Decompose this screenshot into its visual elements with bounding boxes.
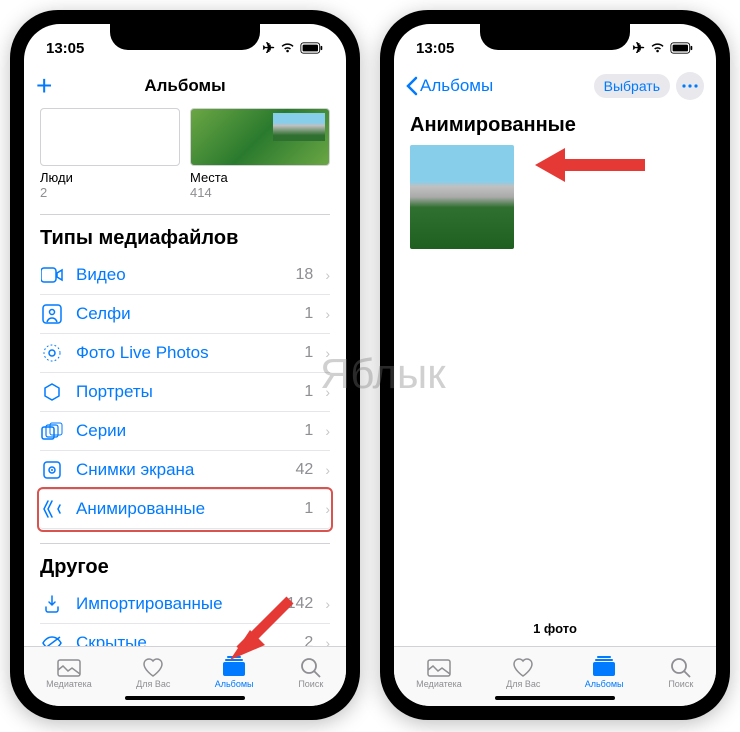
airplane-icon: ✈ <box>262 39 275 57</box>
red-arrow-annotation <box>220 590 300 670</box>
chevron-icon: › <box>325 423 330 439</box>
status-time: 13:05 <box>46 40 84 57</box>
row-count: 1 <box>304 305 313 323</box>
chevron-left-icon <box>406 76 418 96</box>
album-name: Люди <box>40 170 180 185</box>
select-button[interactable]: Выбрать <box>594 74 670 98</box>
row-label: Серии <box>76 421 292 441</box>
tab-foryou[interactable]: Для Вас <box>506 656 540 689</box>
video-icon <box>40 267 64 283</box>
screenshot-icon <box>40 460 64 480</box>
chevron-icon: › <box>325 267 330 283</box>
more-icon <box>682 84 698 88</box>
row-count: 1 <box>304 344 313 362</box>
back-button[interactable]: Альбомы <box>406 76 493 96</box>
more-button[interactable] <box>676 72 704 100</box>
nav-bar: + Альбомы <box>24 64 346 108</box>
photo-count: 1 фото <box>394 611 716 646</box>
row-livephotos[interactable]: Фото Live Photos 1 › <box>40 334 330 373</box>
chevron-icon: › <box>325 635 330 646</box>
chevron-icon: › <box>325 462 330 478</box>
nav-title: Альбомы <box>24 76 346 96</box>
tab-search[interactable]: Поиск <box>298 656 324 689</box>
row-portraits[interactable]: Портреты 1 › <box>40 373 330 412</box>
animated-icon <box>40 499 64 519</box>
tab-label: Для Вас <box>136 679 170 689</box>
row-count: 2 <box>304 634 313 646</box>
row-video[interactable]: Видео 18 › <box>40 256 330 295</box>
tab-label: Для Вас <box>506 679 540 689</box>
airplane-icon: ✈ <box>632 39 645 57</box>
battery-icon <box>300 42 324 54</box>
chevron-icon: › <box>325 501 330 517</box>
row-animated[interactable]: Анимированные 1 › <box>40 490 330 529</box>
album-name: Места <box>190 170 330 185</box>
imported-icon <box>40 594 64 614</box>
tab-foryou[interactable]: Для Вас <box>136 656 170 689</box>
row-label: Снимки экрана <box>76 460 284 480</box>
tab-albums[interactable]: Альбомы <box>585 656 624 689</box>
row-label: Фото Live Photos <box>76 343 292 363</box>
row-count: 1 <box>304 422 313 440</box>
chevron-icon: › <box>325 306 330 322</box>
album-people[interactable]: Люди 2 <box>40 108 180 200</box>
selfie-icon <box>40 304 64 324</box>
row-bursts[interactable]: Серии 1 › <box>40 412 330 451</box>
row-label: Селфи <box>76 304 292 324</box>
row-selfie[interactable]: Селфи 1 › <box>40 295 330 334</box>
red-arrow-annotation <box>530 140 650 190</box>
hidden-icon <box>40 635 64 646</box>
chevron-icon: › <box>325 345 330 361</box>
wifi-icon <box>279 42 296 54</box>
portrait-icon <box>40 382 64 402</box>
tab-library[interactable]: Медиатека <box>416 656 462 689</box>
chevron-icon: › <box>325 596 330 612</box>
home-indicator <box>125 696 245 700</box>
section-other: Другое <box>40 543 330 579</box>
tab-label: Медиатека <box>416 679 462 689</box>
album-count: 2 <box>40 185 180 200</box>
home-indicator <box>495 696 615 700</box>
row-count: 1 <box>304 500 313 518</box>
row-label: Анимированные <box>76 499 292 519</box>
row-label: Портреты <box>76 382 292 402</box>
add-button[interactable]: + <box>36 72 52 100</box>
tab-label: Поиск <box>298 679 323 689</box>
tab-label: Альбомы <box>585 679 624 689</box>
tab-search[interactable]: Поиск <box>668 656 694 689</box>
tab-library[interactable]: Медиатека <box>46 656 92 689</box>
battery-icon <box>670 42 694 54</box>
album-count: 414 <box>190 185 330 200</box>
section-media-types: Типы медиафайлов <box>40 214 330 250</box>
phone-frame-left: 13:05 ✈ + Альбомы Люди 2 Места <box>10 10 360 720</box>
row-count: 18 <box>296 266 314 284</box>
row-count: 42 <box>296 461 314 479</box>
status-time: 13:05 <box>416 40 454 57</box>
tab-label: Альбомы <box>215 679 254 689</box>
notch <box>110 24 260 50</box>
row-label: Видео <box>76 265 284 285</box>
wifi-icon <box>649 42 666 54</box>
tab-label: Поиск <box>668 679 693 689</box>
phone-frame-right: 13:05 ✈ Альбомы Выбрать Анимированные <box>380 10 730 720</box>
livephotos-icon <box>40 343 64 363</box>
notch <box>480 24 630 50</box>
album-places[interactable]: Места 414 <box>190 108 330 200</box>
burst-icon <box>40 422 64 440</box>
row-screenshots[interactable]: Снимки экрана 42 › <box>40 451 330 490</box>
chevron-icon: › <box>325 384 330 400</box>
back-label: Альбомы <box>420 76 493 96</box>
nav-bar: Альбомы Выбрать <box>394 64 716 108</box>
photo-thumbnail[interactable] <box>410 145 514 249</box>
row-count: 1 <box>304 383 313 401</box>
tab-label: Медиатека <box>46 679 92 689</box>
